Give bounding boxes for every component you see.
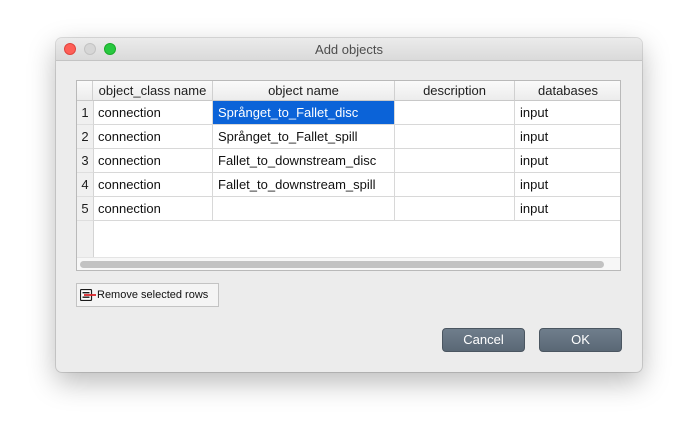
cell-object-class-name[interactable]: connection [93, 125, 213, 149]
cell-object-class-name[interactable]: connection [93, 149, 213, 173]
objects-table[interactable]: object_class name object name descriptio… [76, 80, 621, 271]
cell-description[interactable] [395, 101, 515, 125]
column-header-databases[interactable]: databases [515, 81, 620, 101]
title-bar[interactable]: Add objects [56, 38, 642, 61]
add-objects-dialog: Add objects object_class name object nam… [56, 38, 642, 372]
row-number[interactable]: 4 [77, 173, 93, 197]
row-number[interactable]: 3 [77, 149, 93, 173]
cell-description[interactable] [395, 197, 515, 221]
cell-databases[interactable]: input [515, 173, 620, 197]
column-header-object-class-name[interactable]: object_class name [93, 81, 213, 101]
cell-description[interactable] [395, 125, 515, 149]
cell-description[interactable] [395, 173, 515, 197]
cell-databases[interactable]: input [515, 101, 620, 125]
cell-object-class-name[interactable]: connection [93, 101, 213, 125]
corner-header[interactable] [77, 81, 93, 101]
column-header-object-name[interactable]: object name [213, 81, 395, 101]
cell-object-name[interactable]: Språnget_to_Fallet_disc [213, 101, 395, 125]
cell-object-class-name[interactable]: connection [93, 197, 213, 221]
cell-object-name[interactable]: Språnget_to_Fallet_spill [213, 125, 395, 149]
cell-description[interactable] [395, 149, 515, 173]
cell-databases[interactable]: input [515, 125, 620, 149]
cell-databases[interactable]: input [515, 149, 620, 173]
remove-rows-icon [80, 289, 96, 301]
row-number[interactable]: 2 [77, 125, 93, 149]
cell-object-name[interactable]: Fallet_to_downstream_spill [213, 173, 395, 197]
row-number[interactable]: 1 [77, 101, 93, 125]
cell-object-name[interactable] [213, 197, 395, 221]
row-number[interactable]: 5 [77, 197, 93, 221]
cell-object-class-name[interactable]: connection [93, 173, 213, 197]
cancel-button[interactable]: Cancel [442, 328, 525, 352]
remove-selected-rows-button[interactable]: Remove selected rows [76, 283, 219, 307]
cell-databases[interactable]: input [515, 197, 620, 221]
remove-selected-rows-label: Remove selected rows [97, 289, 209, 301]
horizontal-scrollbar[interactable] [77, 257, 620, 270]
window-title: Add objects [315, 42, 383, 57]
ok-button[interactable]: OK [539, 328, 622, 352]
column-header-description[interactable]: description [395, 81, 515, 101]
cell-object-name[interactable]: Fallet_to_downstream_disc [213, 149, 395, 173]
scrollbar-thumb[interactable] [80, 261, 604, 268]
